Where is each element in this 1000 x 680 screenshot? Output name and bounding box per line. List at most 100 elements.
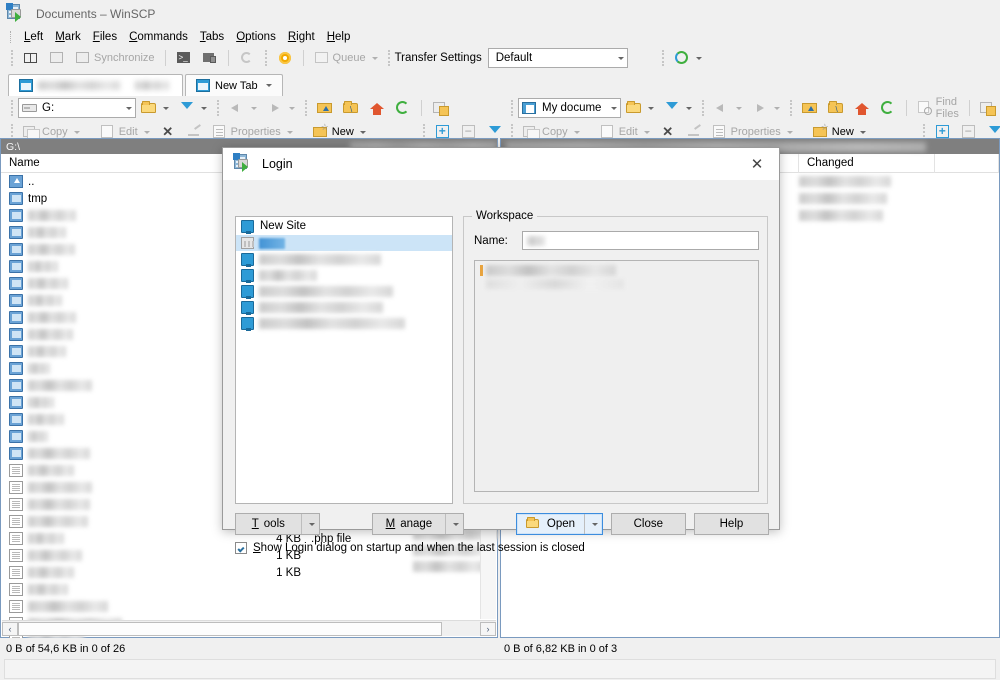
file-name: tmp	[28, 192, 48, 205]
right-parent-directory-button[interactable]	[797, 98, 823, 118]
left-open-directory-button[interactable]	[136, 98, 174, 118]
chevron-down-icon[interactable]	[605, 99, 621, 117]
refresh-button[interactable]	[234, 48, 260, 68]
split-panes-button[interactable]	[18, 48, 44, 68]
scroll-right-icon[interactable]: ›	[480, 621, 496, 636]
site-list-item[interactable]	[236, 251, 452, 267]
close-button[interactable]: Close	[610, 513, 686, 535]
site-list-item[interactable]	[236, 235, 452, 251]
list-item[interactable]	[480, 279, 753, 289]
help-button[interactable]: Help	[693, 513, 770, 535]
left-home-directory-button[interactable]	[364, 98, 390, 118]
chevron-down-icon[interactable]	[583, 514, 602, 534]
right-location-combo[interactable]: My docume	[518, 98, 622, 118]
site-list[interactable]: New Site	[235, 216, 453, 504]
file-name-redacted	[28, 227, 66, 238]
manage-button[interactable]: Manage	[371, 513, 465, 535]
workspace-group-label: Workspace	[472, 210, 538, 222]
menu-left[interactable]: LLefteft	[18, 30, 49, 44]
workspace-name-input[interactable]	[522, 231, 759, 250]
open-in-putty-button[interactable]	[197, 48, 223, 68]
file-icon	[9, 481, 23, 494]
left-refresh-button[interactable]	[390, 98, 416, 118]
site-list-item[interactable]	[236, 283, 452, 299]
synchronize-button[interactable]: Synchronize	[70, 48, 160, 68]
right-back-button[interactable]	[709, 98, 747, 118]
transfer-settings-mode-button[interactable]	[669, 48, 707, 68]
file-name-redacted	[28, 448, 90, 459]
right-find-files-button[interactable]: Find Files	[912, 96, 964, 120]
scroll-left-icon[interactable]: ‹	[2, 621, 18, 636]
synchronize-browsing-button[interactable]	[44, 48, 70, 68]
show-login-dialog-checkbox-row[interactable]: Show Login dialog on startup and when th…	[235, 542, 585, 554]
left-root-directory-button[interactable]: \	[338, 98, 364, 118]
toolbar-separator-2	[227, 50, 229, 66]
left-parent-directory-button[interactable]	[312, 98, 338, 118]
table-row[interactable]	[1, 598, 497, 615]
menu-right[interactable]: Right	[282, 30, 321, 44]
menu-mark[interactable]: Mark	[49, 30, 87, 44]
drive-icon	[22, 100, 38, 116]
toolbar-separator	[164, 50, 166, 66]
refresh-icon	[880, 100, 896, 116]
queue-icon	[314, 50, 330, 66]
folder-icon	[9, 277, 23, 290]
table-row[interactable]	[1, 581, 497, 598]
left-add-bookmark-button[interactable]	[427, 98, 453, 118]
menu-files[interactable]: Files	[87, 30, 123, 44]
transfer-settings-combo[interactable]: Default	[487, 48, 628, 68]
transfer-settings-icon	[674, 50, 690, 66]
folder-icon	[9, 226, 23, 239]
close-icon[interactable]: ✕	[735, 148, 779, 180]
queue-button[interactable]: Queue	[309, 48, 383, 68]
site-icon	[241, 268, 254, 283]
checkbox-icon[interactable]	[235, 542, 247, 554]
left-horizontal-scrollbar[interactable]: ‹ ›	[2, 620, 496, 636]
tab-new[interactable]: New Tab	[185, 74, 283, 96]
left-hscroll-thumb[interactable]	[18, 621, 442, 636]
preferences-button[interactable]	[272, 48, 298, 68]
right-forward-button[interactable]	[747, 98, 785, 118]
right-open-directory-button[interactable]	[621, 98, 659, 118]
site-new-site[interactable]: New Site	[236, 217, 452, 235]
file-name-redacted	[28, 380, 92, 391]
right-root-directory-button[interactable]: \	[823, 98, 849, 118]
left-panel-location-toolbar: G: \	[0, 96, 500, 120]
site-list-item[interactable]	[236, 267, 452, 283]
left-filter-button[interactable]	[174, 98, 212, 118]
right-refresh-button[interactable]	[875, 98, 901, 118]
right-column-changed[interactable]: Changed	[799, 153, 935, 173]
chevron-down-icon[interactable]	[611, 49, 627, 67]
right-column-rights[interactable]	[935, 153, 999, 173]
left-column-name[interactable]: Name	[1, 153, 243, 173]
file-name-redacted	[28, 601, 108, 612]
tools-button[interactable]: Tools	[235, 513, 320, 535]
list-item[interactable]	[480, 265, 753, 276]
chevron-down-icon[interactable]	[120, 99, 135, 117]
site-list-rows[interactable]	[236, 235, 452, 331]
open-button[interactable]: Open	[516, 513, 603, 535]
workspace-session-list[interactable]	[474, 260, 759, 492]
left-back-button[interactable]	[224, 98, 262, 118]
chevron-down-icon[interactable]	[445, 514, 463, 534]
tab-session[interactable]	[8, 74, 183, 96]
left-location-combo[interactable]: G:	[18, 98, 136, 118]
table-row[interactable]: 1 KB	[253, 564, 433, 581]
menu-commands[interactable]: Commands	[123, 30, 194, 44]
menu-tabs[interactable]: Tabs	[194, 30, 230, 44]
chevron-down-icon[interactable]	[300, 514, 319, 534]
transfer-settings-value: Default	[495, 52, 533, 64]
right-add-bookmark-button[interactable]	[974, 98, 1000, 118]
menu-options[interactable]: Options	[230, 30, 282, 44]
menu-help[interactable]: Help	[321, 30, 357, 44]
workspace-name-value-redacted	[527, 235, 545, 246]
folder-icon	[9, 192, 23, 205]
right-vertical-scrollbar[interactable]	[982, 174, 998, 635]
file-icon	[9, 566, 23, 579]
left-forward-button[interactable]	[262, 98, 300, 118]
right-home-directory-button[interactable]	[849, 98, 875, 118]
site-list-item[interactable]	[236, 315, 452, 331]
site-list-item[interactable]	[236, 299, 452, 315]
open-terminal-button[interactable]: >_	[171, 48, 197, 68]
right-filter-button[interactable]	[659, 98, 697, 118]
